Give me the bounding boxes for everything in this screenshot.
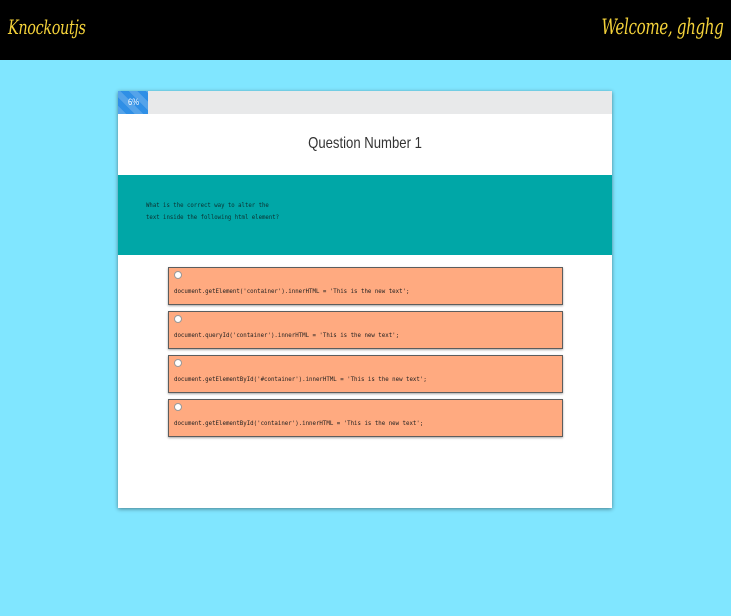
option-text: document.getElementById('#container').in… [174,375,427,383]
answer-option-4[interactable]: document.getElementById('container').inn… [168,399,563,437]
answer-option-3[interactable]: document.getElementById('#container').in… [168,355,563,393]
answer-option-2[interactable]: document.queryId('container').innerHTML … [168,311,563,349]
question-title: Question Number 1 [308,135,422,152]
radio-button[interactable] [174,403,182,411]
option-text: document.getElement('container').innerHT… [174,287,410,295]
question-panel: What is the correct way to alter the tex… [118,175,612,255]
radio-button[interactable] [174,359,182,367]
radio-button[interactable] [174,271,182,279]
quiz-card: 6% Question Number 1 What is the correct… [118,91,612,508]
answer-option-1[interactable]: document.getElement('container').innerHT… [168,267,563,305]
progress-label: 6% [128,97,140,107]
progress-bar: 6% [118,91,612,114]
option-text: document.queryId('container').innerHTML … [174,331,400,339]
progress-fill: 6% [118,91,148,114]
top-navbar: Knockoutjs Welcome, ghghg [0,0,731,60]
welcome-message: Welcome, ghghg [600,15,723,39]
brand-logo[interactable]: Knockoutjs [8,15,86,39]
option-text: document.getElementById('container').inn… [174,419,424,427]
radio-button[interactable] [174,315,182,323]
question-text: What is the correct way to alter the tex… [146,202,280,221]
